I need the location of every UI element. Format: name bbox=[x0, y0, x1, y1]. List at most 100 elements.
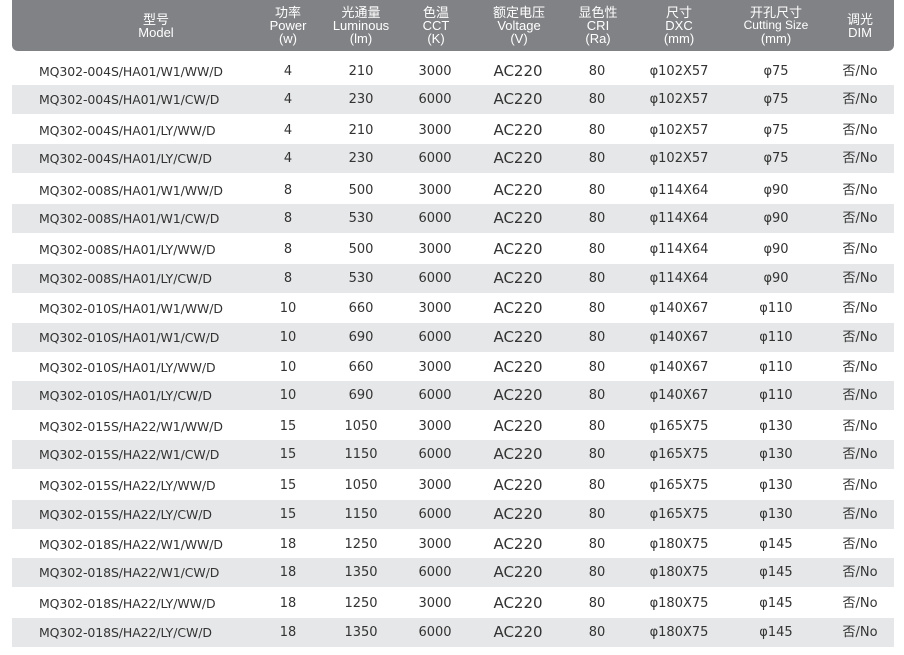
cell-cutting-size: φ110 bbox=[759, 388, 793, 403]
cell-voltage: AC220 bbox=[493, 476, 543, 494]
cell-dxc: φ180X75 bbox=[649, 596, 709, 611]
cell-dim: 否/No bbox=[842, 507, 878, 522]
table-row: MQ302-015S/HA22/W1/CW/D 15 1150 6000 AC220 80… bbox=[12, 440, 894, 469]
cell-voltage: AC220 bbox=[493, 417, 543, 435]
cell-luminous: 1150 bbox=[344, 447, 378, 462]
cell-cri: 80 bbox=[588, 419, 606, 434]
cell-cct: 3000 bbox=[418, 183, 452, 198]
header-power: 功率 Power (w) bbox=[258, 0, 318, 51]
cell-voltage: AC220 bbox=[493, 121, 543, 139]
cell-voltage: AC220 bbox=[493, 299, 543, 317]
header-cct: 色温 CCT (K) bbox=[406, 0, 466, 51]
table-row: MQ302-004S/HA01/LY/CW/D 4 230 6000 AC220 80 φ1… bbox=[12, 144, 894, 173]
cell-dim: 否/No bbox=[842, 419, 878, 434]
cell-power: 8 bbox=[283, 242, 293, 257]
cell-dxc: φ114X64 bbox=[649, 242, 709, 257]
cell-voltage: AC220 bbox=[493, 445, 543, 463]
cell-model: MQ302-010S/HA01/W1/CW/D bbox=[39, 330, 220, 345]
cell-cct: 6000 bbox=[418, 330, 452, 345]
cell-cri: 80 bbox=[588, 64, 606, 79]
table-header: 型号 Model 功率 Power (w) 光通量 Luminous (lm) … bbox=[12, 0, 894, 51]
table-row: MQ302-018S/HA22/LY/CW/D 18 1350 6000 AC220 80… bbox=[12, 618, 894, 647]
table-row: MQ302-008S/HA01/LY/WW/D 8 500 3000 AC220 80 φ1… bbox=[12, 235, 894, 264]
cell-cri: 80 bbox=[588, 388, 606, 403]
cell-power: 4 bbox=[283, 123, 293, 138]
table-row: MQ302-008S/HA01/LY/CW/D 8 530 6000 AC220 80 φ1… bbox=[12, 264, 894, 293]
cell-cct: 3000 bbox=[418, 301, 452, 316]
cell-cct: 6000 bbox=[418, 271, 452, 286]
cell-voltage: AC220 bbox=[493, 181, 543, 199]
cell-luminous: 1250 bbox=[344, 596, 378, 611]
cell-voltage: AC220 bbox=[493, 386, 543, 404]
cell-voltage: AC220 bbox=[493, 269, 543, 287]
cell-luminous: 500 bbox=[348, 183, 374, 198]
cell-cutting-size: φ90 bbox=[763, 242, 789, 257]
cell-cct: 6000 bbox=[418, 388, 452, 403]
cell-model: MQ302-004S/HA01/LY/WW/D bbox=[39, 123, 216, 138]
cell-dim: 否/No bbox=[842, 183, 878, 198]
cell-dim: 否/No bbox=[842, 242, 878, 257]
cell-model: MQ302-015S/HA22/W1/WW/D bbox=[39, 419, 223, 434]
header-luminous-unit: (lm) bbox=[349, 31, 373, 46]
table-row: MQ302-015S/HA22/W1/WW/D 15 1050 3000 AC220 80… bbox=[12, 412, 894, 441]
header-luminous: 光通量 Luminous (lm) bbox=[324, 0, 398, 51]
table-row: MQ302-015S/HA22/LY/WW/D 15 1050 3000 AC220 80… bbox=[12, 471, 894, 500]
header-cutting-unit: (mm) bbox=[760, 31, 792, 46]
cell-cct: 3000 bbox=[418, 64, 452, 79]
cell-cri: 80 bbox=[588, 478, 606, 493]
cell-cct: 6000 bbox=[418, 625, 452, 640]
cell-voltage: AC220 bbox=[493, 240, 543, 258]
cell-dim: 否/No bbox=[842, 596, 878, 611]
cell-cutting-size: φ145 bbox=[759, 565, 793, 580]
cell-luminous: 210 bbox=[348, 123, 374, 138]
cell-cct: 6000 bbox=[418, 507, 452, 522]
cell-voltage: AC220 bbox=[493, 563, 543, 581]
cell-cct: 6000 bbox=[418, 92, 452, 107]
cell-power: 15 bbox=[279, 478, 297, 493]
cell-dim: 否/No bbox=[842, 211, 878, 226]
cell-dim: 否/No bbox=[842, 478, 878, 493]
cell-model: MQ302-015S/HA22/LY/WW/D bbox=[39, 478, 216, 493]
cell-luminous: 500 bbox=[348, 242, 374, 257]
cell-voltage: AC220 bbox=[493, 149, 543, 167]
cell-power: 15 bbox=[279, 419, 297, 434]
cell-model: MQ302-018S/HA22/LY/WW/D bbox=[39, 596, 216, 611]
cell-voltage: AC220 bbox=[493, 505, 543, 523]
cell-dxc: φ140X67 bbox=[649, 301, 709, 316]
cell-power: 10 bbox=[279, 388, 297, 403]
header-dim: 调光 DIM bbox=[834, 0, 886, 51]
cell-cri: 80 bbox=[588, 565, 606, 580]
table-row: MQ302-018S/HA22/W1/WW/D 18 1250 3000 AC220 80… bbox=[12, 530, 894, 559]
cell-cri: 80 bbox=[588, 92, 606, 107]
header-model-cn: 型号 bbox=[142, 11, 169, 27]
cell-luminous: 660 bbox=[348, 360, 374, 375]
table-row: MQ302-018S/HA22/W1/CW/D 18 1350 6000 AC220 80… bbox=[12, 558, 894, 587]
cell-cutting-size: φ75 bbox=[763, 151, 789, 166]
cell-model: MQ302-004S/HA01/LY/CW/D bbox=[39, 151, 212, 166]
cell-power: 4 bbox=[283, 92, 293, 107]
cell-power: 8 bbox=[283, 211, 293, 226]
cell-voltage: AC220 bbox=[493, 594, 543, 612]
table-row: MQ302-010S/HA01/LY/CW/D 10 690 6000 AC220 80 φ… bbox=[12, 381, 894, 410]
cell-dxc: φ102X57 bbox=[649, 92, 709, 107]
cell-cutting-size: φ130 bbox=[759, 507, 793, 522]
table-row: MQ302-004S/HA01/LY/WW/D 4 210 3000 AC220 80 φ1… bbox=[12, 116, 894, 145]
cell-dxc: φ140X67 bbox=[649, 388, 709, 403]
cell-cri: 80 bbox=[588, 596, 606, 611]
cell-cutting-size: φ110 bbox=[759, 360, 793, 375]
cell-power: 8 bbox=[283, 271, 293, 286]
header-voltage: 额定电压 Voltage (V) bbox=[480, 0, 558, 51]
cell-dim: 否/No bbox=[842, 92, 878, 107]
cell-dxc: φ165X75 bbox=[649, 507, 709, 522]
cell-dim: 否/No bbox=[842, 151, 878, 166]
cell-cutting-size: φ90 bbox=[763, 271, 789, 286]
header-cri-unit: (Ra) bbox=[585, 31, 611, 46]
header-dim-cn: 调光 bbox=[846, 11, 873, 27]
cell-voltage: AC220 bbox=[493, 623, 543, 641]
cell-model: MQ302-004S/HA01/W1/WW/D bbox=[39, 64, 223, 79]
cell-cri: 80 bbox=[588, 447, 606, 462]
cell-cutting-size: φ90 bbox=[763, 183, 789, 198]
cell-cct: 3000 bbox=[418, 123, 452, 138]
cell-model: MQ302-008S/HA01/LY/WW/D bbox=[39, 242, 216, 257]
cell-cutting-size: φ130 bbox=[759, 447, 793, 462]
